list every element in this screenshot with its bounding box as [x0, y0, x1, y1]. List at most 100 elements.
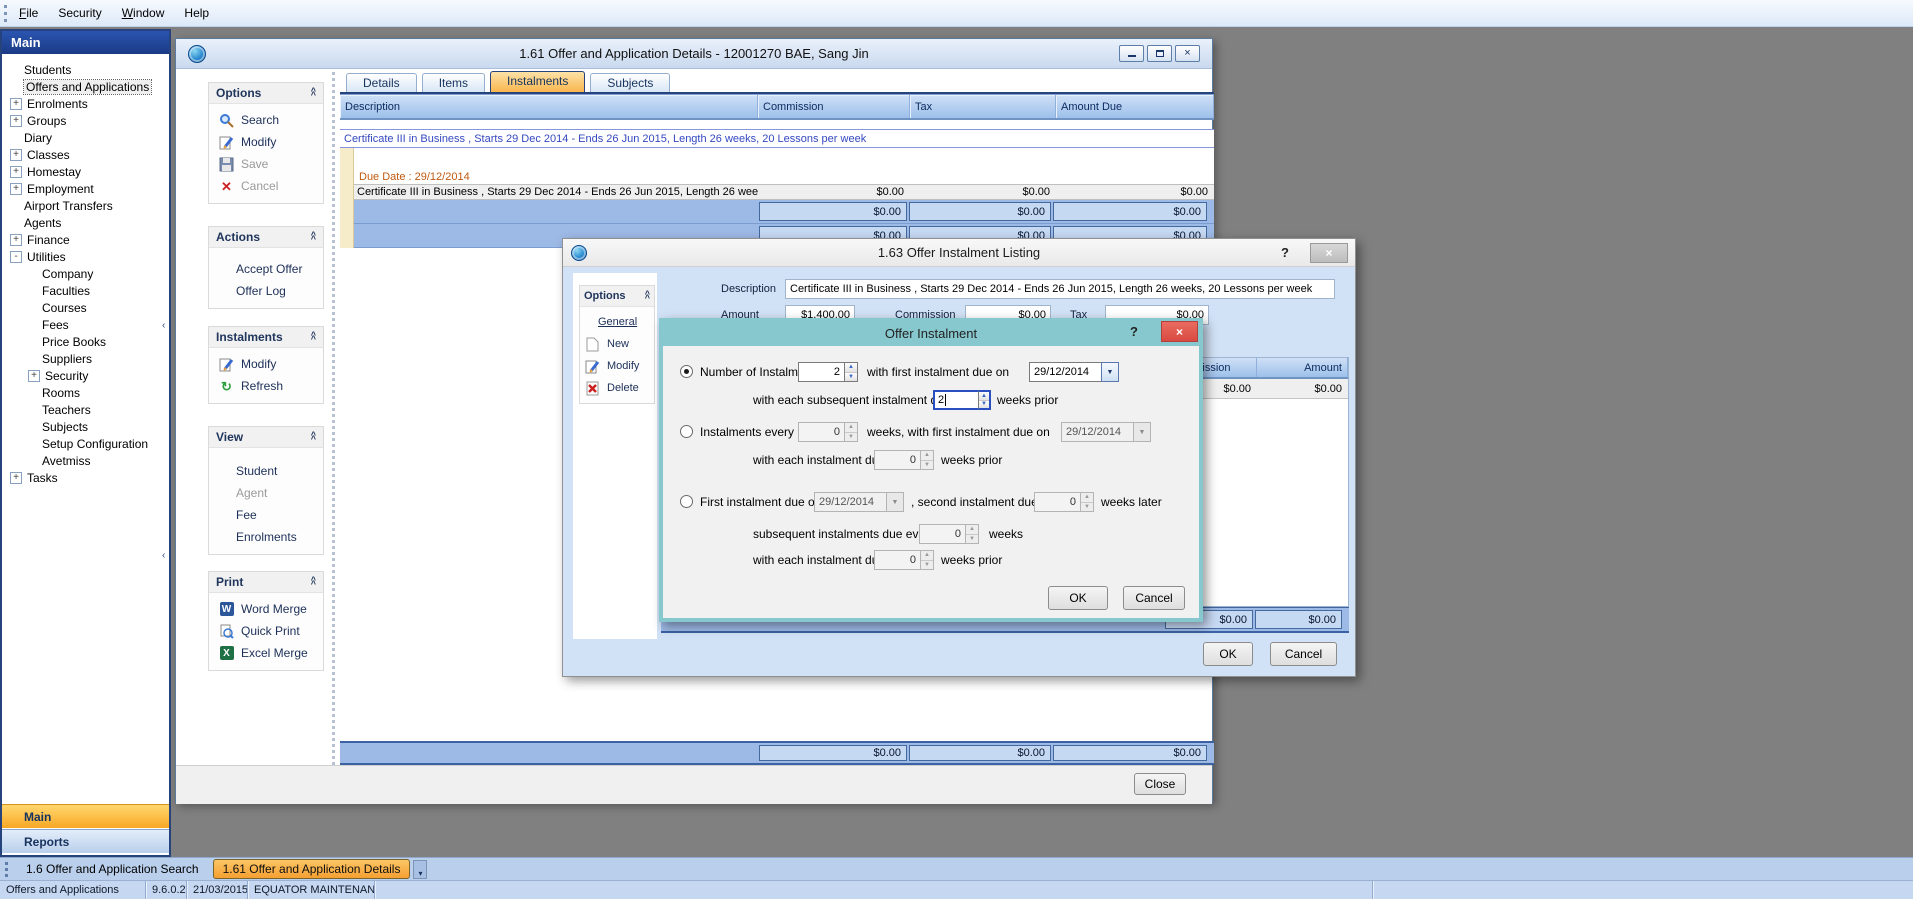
expand-icon[interactable]: +: [10, 149, 22, 161]
sidebar-item-offers-and-applications[interactable]: Offers and Applications: [2, 78, 169, 95]
listing-general-link[interactable]: General: [580, 311, 654, 333]
sidebar-item-faculties[interactable]: Faculties: [2, 282, 169, 299]
task-tab-offer-search[interactable]: 1.6 Offer and Application Search: [18, 862, 207, 876]
subsequent-weeks-input[interactable]: 2 ▲▼: [933, 390, 991, 410]
sidebar-item-avetmiss[interactable]: Avetmiss: [2, 452, 169, 469]
sidebar-item-airport-transfers[interactable]: Airport Transfers: [2, 197, 169, 214]
expand-icon[interactable]: +: [10, 166, 22, 178]
sidebar-item-rooms[interactable]: Rooms: [2, 384, 169, 401]
help-button[interactable]: ?: [1130, 324, 1138, 339]
sidebar-item-subjects[interactable]: Subjects: [2, 418, 169, 435]
actions-offer-log[interactable]: Offer Log: [209, 280, 323, 302]
tab-details[interactable]: Details: [346, 73, 417, 92]
sidebar-item-finance[interactable]: +Finance: [2, 231, 169, 248]
panel-splitter[interactable]: [332, 72, 340, 765]
actions-accept-offer[interactable]: Accept Offer: [209, 258, 323, 280]
options-search[interactable]: Search: [209, 109, 323, 131]
menu-file[interactable]: File: [9, 3, 48, 23]
tab-subjects[interactable]: Subjects: [590, 73, 670, 92]
expand-icon[interactable]: +: [10, 234, 22, 246]
sidebar-item-homestay[interactable]: +Homestay: [2, 163, 169, 180]
expand-icon[interactable]: +: [10, 115, 22, 127]
menu-help[interactable]: Help: [174, 3, 219, 23]
ok-button[interactable]: OK: [1203, 642, 1253, 666]
col-amount-due[interactable]: Amount Due: [1056, 95, 1214, 118]
sidebar-item-diary[interactable]: Diary: [2, 129, 169, 146]
close-window-button[interactable]: Close: [1134, 773, 1186, 795]
dialog-panel-options-header[interactable]: Options^^: [580, 286, 654, 307]
col-amount[interactable]: Amount: [1257, 358, 1348, 377]
view-student[interactable]: Student: [209, 460, 323, 482]
col-tax[interactable]: Tax: [910, 95, 1056, 118]
sidebar-item-setup-configuration[interactable]: Setup Configuration: [2, 435, 169, 452]
modal-close-button[interactable]: ×: [1161, 321, 1198, 342]
instalments-modify[interactable]: Modify: [209, 353, 323, 375]
view-enrolments[interactable]: Enrolments: [209, 526, 323, 548]
panel-print-header[interactable]: Print^^: [209, 572, 323, 593]
radio-instalments-every[interactable]: [680, 425, 693, 438]
instalment-row[interactable]: Certificate III in Business , Starts 29 …: [354, 184, 1214, 200]
options-modify[interactable]: Modify: [209, 131, 323, 153]
col-description[interactable]: Description: [340, 95, 758, 118]
tab-items[interactable]: Items: [422, 73, 485, 92]
sidebar-item-tasks[interactable]: +Tasks: [2, 469, 169, 486]
sidebar-item-groups[interactable]: +Groups: [2, 112, 169, 129]
nav-bar-main[interactable]: Main: [2, 804, 169, 828]
print-excel-merge[interactable]: XExcel Merge: [209, 642, 323, 664]
sidebar-item-classes[interactable]: +Classes: [2, 146, 169, 163]
expand-icon[interactable]: +: [28, 370, 40, 382]
spinner-arrows-icon[interactable]: ▲▼: [845, 362, 858, 382]
nav-bar-reports[interactable]: Reports: [2, 829, 169, 853]
tab-instalments[interactable]: Instalments: [490, 71, 585, 92]
splitter-collapse-icon[interactable]: ‹: [162, 320, 171, 331]
expand-icon[interactable]: +: [10, 98, 22, 110]
panel-options-header[interactable]: Options^^: [209, 83, 323, 104]
restore-button[interactable]: [1147, 45, 1172, 62]
sidebar-item-utilities[interactable]: -Utilities: [2, 248, 169, 265]
cancel-button[interactable]: Cancel: [1123, 586, 1185, 610]
panel-view-header[interactable]: View^^: [209, 427, 323, 448]
menu-window[interactable]: Window: [112, 3, 175, 23]
taskbar-overflow-icon[interactable]: ▾: [413, 860, 427, 879]
listing-delete[interactable]: Delete: [580, 377, 654, 399]
listing-new[interactable]: New: [580, 333, 654, 355]
ok-button[interactable]: OK: [1048, 586, 1108, 610]
sidebar-item-students[interactable]: Students: [2, 61, 169, 78]
sidebar-item-company[interactable]: Company: [2, 265, 169, 282]
help-button[interactable]: ?: [1281, 245, 1289, 260]
collapse-icon[interactable]: -: [10, 251, 22, 263]
sidebar-item-courses[interactable]: Courses: [2, 299, 169, 316]
minimize-button[interactable]: [1119, 45, 1144, 62]
expand-icon[interactable]: +: [10, 183, 22, 195]
task-tab-offer-details[interactable]: 1.61 Offer and Application Details: [213, 859, 411, 879]
first-due-date-combo[interactable]: 29/12/2014 ▼: [1029, 362, 1119, 382]
dropdown-arrow-icon[interactable]: ▼: [1101, 362, 1119, 382]
instalments-refresh[interactable]: ↻Refresh: [209, 375, 323, 397]
sidebar-item-teachers[interactable]: Teachers: [2, 401, 169, 418]
menu-security[interactable]: Security: [48, 3, 111, 23]
expand-icon[interactable]: +: [10, 472, 22, 484]
view-fee[interactable]: Fee: [209, 504, 323, 526]
panel-actions-header[interactable]: Actions^^: [209, 227, 323, 248]
instalment-count-spinner[interactable]: 2 ▲▼: [798, 362, 858, 382]
sidebar-item-suppliers[interactable]: Suppliers: [2, 350, 169, 367]
radio-number-of-instalments[interactable]: [680, 365, 693, 378]
sidebar-item-agents[interactable]: Agents: [2, 214, 169, 231]
listing-modify[interactable]: Modify: [580, 355, 654, 377]
dialog-close-button[interactable]: ×: [1310, 243, 1348, 263]
sidebar-item-price-books[interactable]: Price Books: [2, 333, 169, 350]
radio-first-instalment-due[interactable]: [680, 495, 693, 508]
sidebar-item-employment[interactable]: +Employment: [2, 180, 169, 197]
close-button[interactable]: ×: [1175, 45, 1200, 62]
sidebar-item-security[interactable]: +Security: [2, 367, 169, 384]
cancel-button[interactable]: Cancel: [1270, 642, 1337, 666]
col-commission[interactable]: Commission: [758, 95, 910, 118]
spinner-arrows-icon[interactable]: ▲▼: [978, 390, 991, 410]
description-field[interactable]: Certificate III in Business , Starts 29 …: [785, 279, 1335, 299]
panel-instalments-header[interactable]: Instalments^^: [209, 327, 323, 348]
sidebar-item-enrolments[interactable]: +Enrolments: [2, 95, 169, 112]
splitter-collapse-icon[interactable]: ‹: [162, 550, 171, 561]
sidebar-item-fees[interactable]: Fees: [2, 316, 169, 333]
print-quick-print[interactable]: Quick Print: [209, 620, 323, 642]
print-word-merge[interactable]: WWord Merge: [209, 598, 323, 620]
